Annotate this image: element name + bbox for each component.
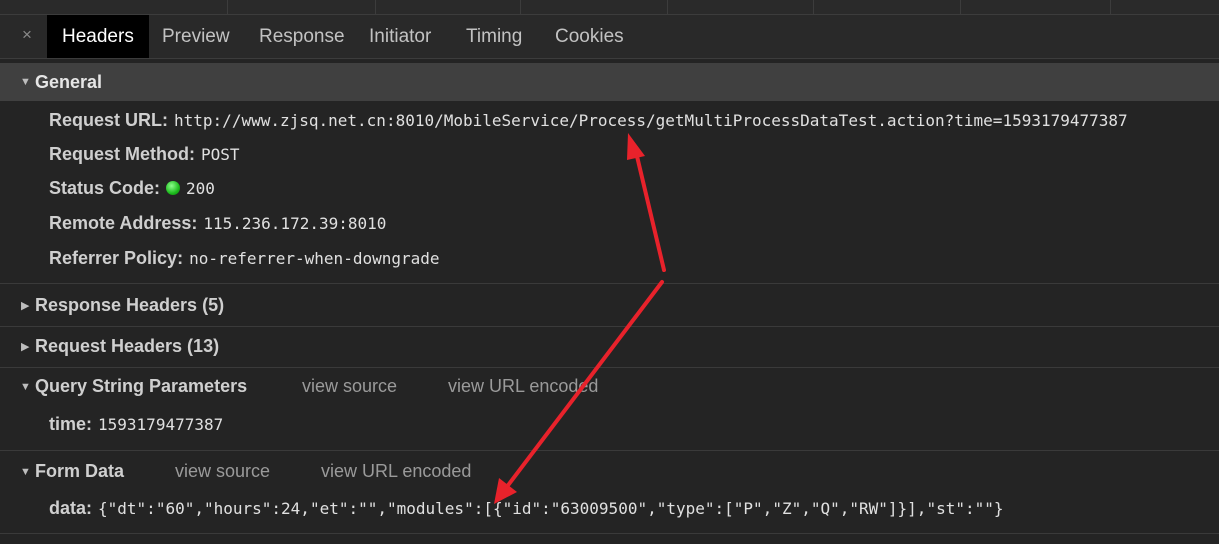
column-divider — [813, 0, 814, 15]
expand-triangle-icon: ▼ — [20, 381, 31, 393]
query-string-section-header[interactable]: ▼ Query String Parameters view source vi… — [0, 376, 1219, 400]
column-divider — [1110, 0, 1111, 15]
remote-address-key: Remote Address: — [49, 213, 198, 233]
request-headers-section-header[interactable]: ▶ Request Headers (13) — [0, 336, 1219, 360]
column-divider — [375, 0, 376, 15]
section-divider — [0, 450, 1219, 451]
form-param-key: data: — [49, 498, 93, 518]
query-param-key: time: — [49, 414, 93, 434]
column-divider — [520, 0, 521, 15]
request-method-key: Request Method: — [49, 144, 195, 164]
expand-triangle-icon: ▼ — [20, 466, 31, 478]
form-data-section-header[interactable]: ▼ Form Data view source view URL encoded — [0, 461, 1219, 485]
status-ok-icon — [166, 181, 181, 195]
query-view-source-link[interactable]: view source — [302, 376, 397, 397]
remote-address-value: 115.236.172.39:8010 — [203, 214, 387, 233]
referrer-policy-row: Referrer Policy: no-referrer-when-downgra… — [49, 248, 440, 269]
form-data-title: Form Data — [35, 461, 125, 481]
column-divider — [227, 0, 228, 15]
query-param-time-row: time: 1593179477387 — [49, 414, 223, 435]
collapse-triangle-icon: ▶ — [21, 300, 30, 312]
request-url-key: Request URL: — [49, 110, 169, 130]
query-string-title: Query String Parameters — [35, 376, 248, 396]
request-headers-title: Request Headers (13) — [35, 336, 220, 356]
remote-address-row: Remote Address: 115.236.172.39:8010 — [49, 213, 386, 234]
section-divider — [0, 367, 1219, 368]
tab-timing[interactable]: Timing — [466, 15, 522, 58]
tab-headers[interactable]: Headers — [47, 15, 149, 58]
form-view-source-link[interactable]: view source — [175, 461, 270, 482]
general-section-header[interactable]: ▼ General — [0, 63, 1219, 101]
status-code-value: 200 — [186, 179, 215, 198]
referrer-policy-value: no-referrer-when-downgrade — [189, 249, 440, 268]
request-url-value: http://www.zjsq.net.cn:8010/MobileServic… — [174, 111, 1128, 130]
tab-response[interactable]: Response — [259, 15, 345, 58]
tab-initiator[interactable]: Initiator — [369, 15, 431, 58]
query-view-url-encoded-link[interactable]: view URL encoded — [448, 376, 598, 397]
form-view-url-encoded-link[interactable]: view URL encoded — [321, 461, 471, 482]
detail-tab-bar: × Headers Preview Response Initiator Tim… — [0, 15, 1219, 59]
request-method-value: POST — [201, 145, 240, 164]
tab-cookies[interactable]: Cookies — [555, 15, 624, 58]
response-headers-title: Response Headers (5) — [35, 295, 225, 315]
column-divider — [667, 0, 668, 15]
network-table-header-strip — [0, 0, 1219, 15]
form-param-data-row: data: {"dt":"60","hours":24,"et":"","modu… — [49, 498, 1004, 519]
status-code-row: Status Code: 200 — [49, 178, 215, 199]
section-divider — [0, 283, 1219, 284]
section-divider — [0, 326, 1219, 327]
form-param-value: {"dt":"60","hours":24,"et":"","modules":… — [98, 499, 1004, 518]
request-method-row: Request Method: POST — [49, 144, 240, 165]
referrer-policy-key: Referrer Policy: — [49, 248, 184, 268]
request-url-row: Request URL: http://www.zjsq.net.cn:8010/… — [49, 110, 1128, 131]
general-title: General — [35, 72, 103, 92]
collapse-triangle-icon: ▶ — [21, 341, 30, 353]
tab-preview[interactable]: Preview — [162, 15, 230, 58]
response-headers-section-header[interactable]: ▶ Response Headers (5) — [0, 295, 1219, 319]
expand-triangle-icon: ▼ — [20, 76, 31, 88]
section-divider — [0, 533, 1219, 534]
column-divider — [960, 0, 961, 15]
status-code-key: Status Code: — [49, 178, 161, 198]
query-param-value: 1593179477387 — [98, 415, 224, 434]
annotation-arrow-up — [627, 133, 666, 272]
close-icon[interactable]: × — [22, 25, 32, 45]
